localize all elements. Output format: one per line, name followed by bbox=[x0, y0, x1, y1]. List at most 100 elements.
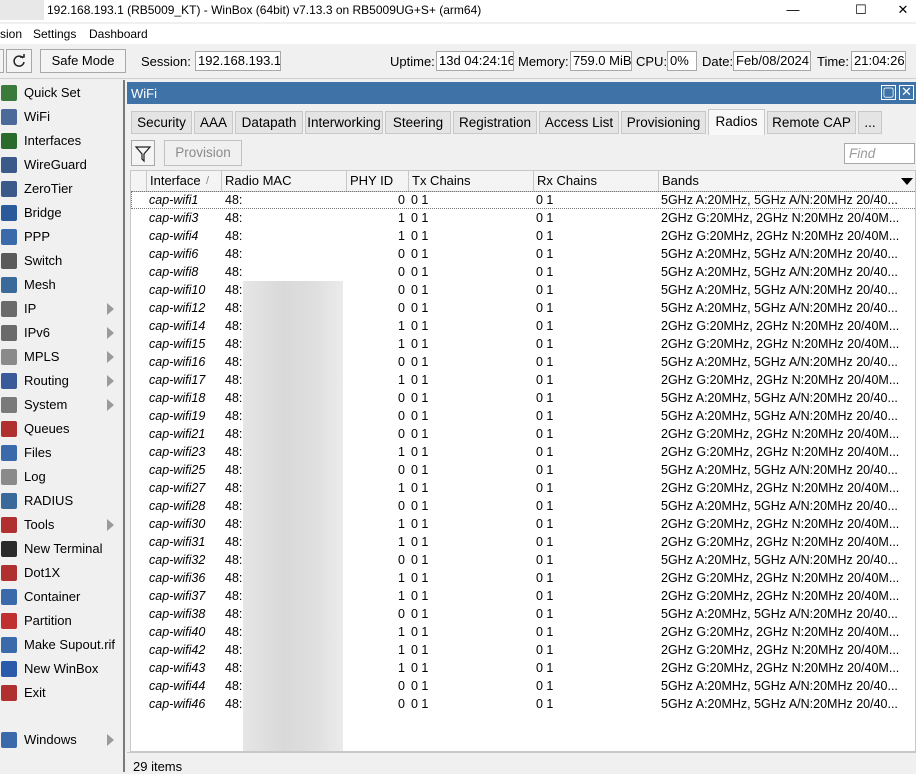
sidebar-item-ppp[interactable]: PPP bbox=[0, 225, 123, 249]
wifi-window-titlebar[interactable]: WiFi ▢ ✕ bbox=[127, 82, 916, 104]
routing-icon bbox=[1, 373, 17, 389]
table-row[interactable]: cap-wifi3 48: 1 0 1 0 1 2GHz G:20MHz, 2GHz N:… bbox=[131, 209, 915, 227]
tab-more[interactable]: ... bbox=[858, 111, 882, 134]
sidebar-item-new-terminal[interactable]: New Terminal bbox=[0, 537, 123, 561]
provision-button[interactable]: Provision bbox=[164, 140, 242, 166]
sidebar-item-windows[interactable]: Windows bbox=[0, 728, 123, 752]
header-spacer bbox=[131, 171, 147, 191]
rx-chains-cell: 0 1 bbox=[536, 283, 554, 297]
rx-chains-cell: 0 1 bbox=[536, 535, 554, 549]
tab-interworking[interactable]: Interworking bbox=[305, 111, 383, 134]
sidebar-item-make-supout-rif[interactable]: Make Supout.rif bbox=[0, 633, 123, 657]
minimize-button[interactable]: — bbox=[770, 0, 816, 22]
table-row[interactable]: cap-wifi1 48: 0 0 1 0 1 5GHz A:20MHz, 5GHz A/… bbox=[131, 191, 915, 209]
sidebar-item-label: Mesh bbox=[24, 277, 56, 292]
sidebar-item-routing[interactable]: Routing bbox=[0, 369, 123, 393]
sidebar-item-queues[interactable]: Queues bbox=[0, 417, 123, 441]
sidebar-item-mpls[interactable]: MPLS bbox=[0, 345, 123, 369]
bands-cell: 5GHz A:20MHz, 5GHz A/N:20MHz 20/40... bbox=[661, 193, 898, 207]
tab-steering[interactable]: Steering bbox=[385, 111, 451, 134]
tx-chains-cell: 0 1 bbox=[411, 481, 429, 495]
phy-id-cell: 1 bbox=[398, 229, 405, 243]
interface-cell: cap-wifi46 bbox=[149, 697, 206, 711]
interface-cell: cap-wifi37 bbox=[149, 589, 206, 603]
sidebar-item-system[interactable]: System bbox=[0, 393, 123, 417]
close-button[interactable]: ✕ bbox=[880, 0, 916, 22]
filter-button[interactable] bbox=[131, 140, 155, 166]
submenu-arrow-icon bbox=[107, 327, 114, 339]
restore-icon[interactable]: ▢ bbox=[881, 85, 896, 100]
sidebar-item-quick-set[interactable]: Quick Set bbox=[0, 81, 123, 105]
sidebar-item-container[interactable]: Container bbox=[0, 585, 123, 609]
safe-mode-button[interactable]: Safe Mode bbox=[40, 49, 126, 73]
tab-registration[interactable]: Registration bbox=[453, 111, 537, 134]
maximize-button[interactable]: ☐ bbox=[838, 0, 884, 22]
column-tx-chains[interactable]: Tx Chains bbox=[409, 171, 534, 191]
table-row[interactable]: cap-wifi6 48: 0 0 1 0 1 5GHz A:20MHz, 5GHz A/… bbox=[131, 245, 915, 263]
table-row[interactable]: cap-wifi8 48: 0 0 1 0 1 5GHz A:20MHz, 5GHz A/… bbox=[131, 263, 915, 281]
column-interface-label: Interface bbox=[150, 173, 201, 188]
tab-provisioning[interactable]: Provisioning bbox=[621, 111, 706, 134]
column-menu-icon[interactable] bbox=[901, 178, 913, 185]
sidebar-item-mesh[interactable]: Mesh bbox=[0, 273, 123, 297]
sidebar-item-ip[interactable]: IP bbox=[0, 297, 123, 321]
sidebar-item-tools[interactable]: Tools bbox=[0, 513, 123, 537]
tab-radios[interactable]: Radios bbox=[708, 109, 765, 135]
sidebar-item-label: Container bbox=[24, 589, 81, 604]
phy-id-cell: 0 bbox=[398, 283, 405, 297]
sidebar-item-files[interactable]: Files bbox=[0, 441, 123, 465]
bands-cell: 5GHz A:20MHz, 5GHz A/N:20MHz 20/40... bbox=[661, 679, 898, 693]
interface-cell: cap-wifi25 bbox=[149, 463, 206, 477]
submenu-arrow-icon bbox=[107, 519, 114, 531]
column-phy-id[interactable]: PHY ID bbox=[347, 171, 409, 191]
bands-cell: 2GHz G:20MHz, 2GHz N:20MHz 20/40M... bbox=[661, 535, 900, 549]
column-rx-chains[interactable]: Rx Chains bbox=[534, 171, 659, 191]
winbox-icon bbox=[1, 661, 17, 677]
switch-icon bbox=[1, 253, 17, 269]
phy-id-cell: 1 bbox=[398, 517, 405, 531]
menu-session[interactable]: sion bbox=[0, 27, 22, 41]
sidebar-item-partition[interactable]: Partition bbox=[0, 609, 123, 633]
column-interface[interactable]: Interface / bbox=[147, 171, 222, 191]
sidebar-item-label: PPP bbox=[24, 229, 51, 244]
sidebar-item-dot1x[interactable]: Dot1X bbox=[0, 561, 123, 585]
tab-remote-cap[interactable]: Remote CAP bbox=[767, 111, 856, 134]
sidebar-item-bridge[interactable]: Bridge bbox=[0, 201, 123, 225]
sidebar-item-wireguard[interactable]: WireGuard bbox=[0, 153, 123, 177]
column-bands[interactable]: Bands bbox=[659, 171, 901, 191]
refresh-button[interactable] bbox=[6, 49, 32, 73]
interface-cell: cap-wifi19 bbox=[149, 409, 206, 423]
uptime-value: 13d 04:24:16 bbox=[436, 51, 514, 71]
tab-aaa[interactable]: AAA bbox=[194, 111, 233, 134]
submenu-arrow-icon bbox=[107, 375, 114, 387]
column-radio-mac[interactable]: Radio MAC bbox=[222, 171, 347, 191]
rx-chains-cell: 0 1 bbox=[536, 319, 554, 333]
sidebar-item-label: Tools bbox=[24, 517, 55, 532]
sidebar-item-ipv6[interactable]: IPv6 bbox=[0, 321, 123, 345]
sidebar-item-wifi[interactable]: WiFi bbox=[0, 105, 123, 129]
rx-chains-cell: 0 1 bbox=[536, 337, 554, 351]
menu-dashboard[interactable]: Dashboard bbox=[89, 27, 148, 41]
interface-cell: cap-wifi12 bbox=[149, 301, 206, 315]
tab-security[interactable]: Security bbox=[131, 111, 192, 134]
sidebar-item-exit[interactable]: Exit bbox=[0, 681, 123, 705]
sidebar-item-zerotier[interactable]: ZeroTier bbox=[0, 177, 123, 201]
tab-datapath[interactable]: Datapath bbox=[235, 111, 303, 134]
title-bar: 192.168.193.1 (RB5009_KT) - WinBox (64bi… bbox=[0, 0, 916, 22]
tx-chains-cell: 0 1 bbox=[411, 391, 429, 405]
table-row[interactable]: cap-wifi4 48: 1 0 1 0 1 2GHz G:20MHz, 2GHz N:… bbox=[131, 227, 915, 245]
interface-cell: cap-wifi8 bbox=[149, 265, 199, 279]
rx-chains-cell: 0 1 bbox=[536, 463, 554, 477]
tab-access-list[interactable]: Access List bbox=[539, 111, 619, 134]
sidebar-item-new-winbox[interactable]: New WinBox bbox=[0, 657, 123, 681]
sort-icon: / bbox=[206, 175, 210, 187]
sidebar-item-radius[interactable]: RADIUS bbox=[0, 489, 123, 513]
sidebar-item-switch[interactable]: Switch bbox=[0, 249, 123, 273]
ipv6-icon bbox=[1, 325, 17, 341]
sidebar-item-log[interactable]: Log bbox=[0, 465, 123, 489]
find-input[interactable]: Find bbox=[844, 143, 915, 164]
sidebar-item-interfaces[interactable]: Interfaces bbox=[0, 129, 123, 153]
menu-settings[interactable]: Settings bbox=[33, 27, 76, 41]
close-icon[interactable]: ✕ bbox=[899, 85, 914, 100]
undo-button[interactable] bbox=[0, 49, 4, 73]
